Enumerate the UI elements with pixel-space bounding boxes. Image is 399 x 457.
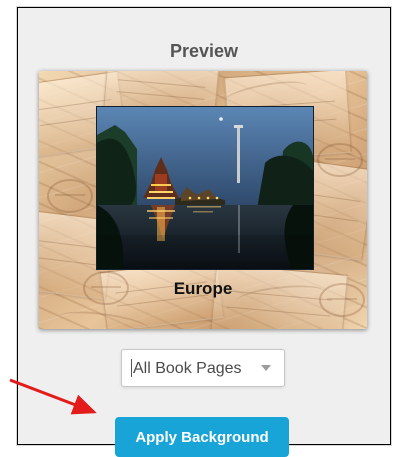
- preview-title: Preview: [169, 41, 239, 61]
- preview-thumbnail: Europe: [39, 71, 367, 329]
- night-lake-scene: [97, 107, 313, 269]
- preview-panel: Preview Europe All Book Pages Apply Back…: [16, 6, 392, 457]
- postmark-stamp-2: [317, 143, 363, 177]
- preview-caption: Europe: [173, 279, 233, 298]
- apply-background-button[interactable]: Apply Background: [115, 417, 289, 457]
- postmark-stamp-1: [47, 179, 93, 213]
- page-scope-dropdown[interactable]: All Book Pages: [121, 349, 285, 387]
- text-caret: [131, 359, 132, 377]
- page-scope-value: All Book Pages: [133, 360, 242, 377]
- preview-photo: [96, 106, 314, 270]
- chevron-down-icon: [261, 365, 271, 371]
